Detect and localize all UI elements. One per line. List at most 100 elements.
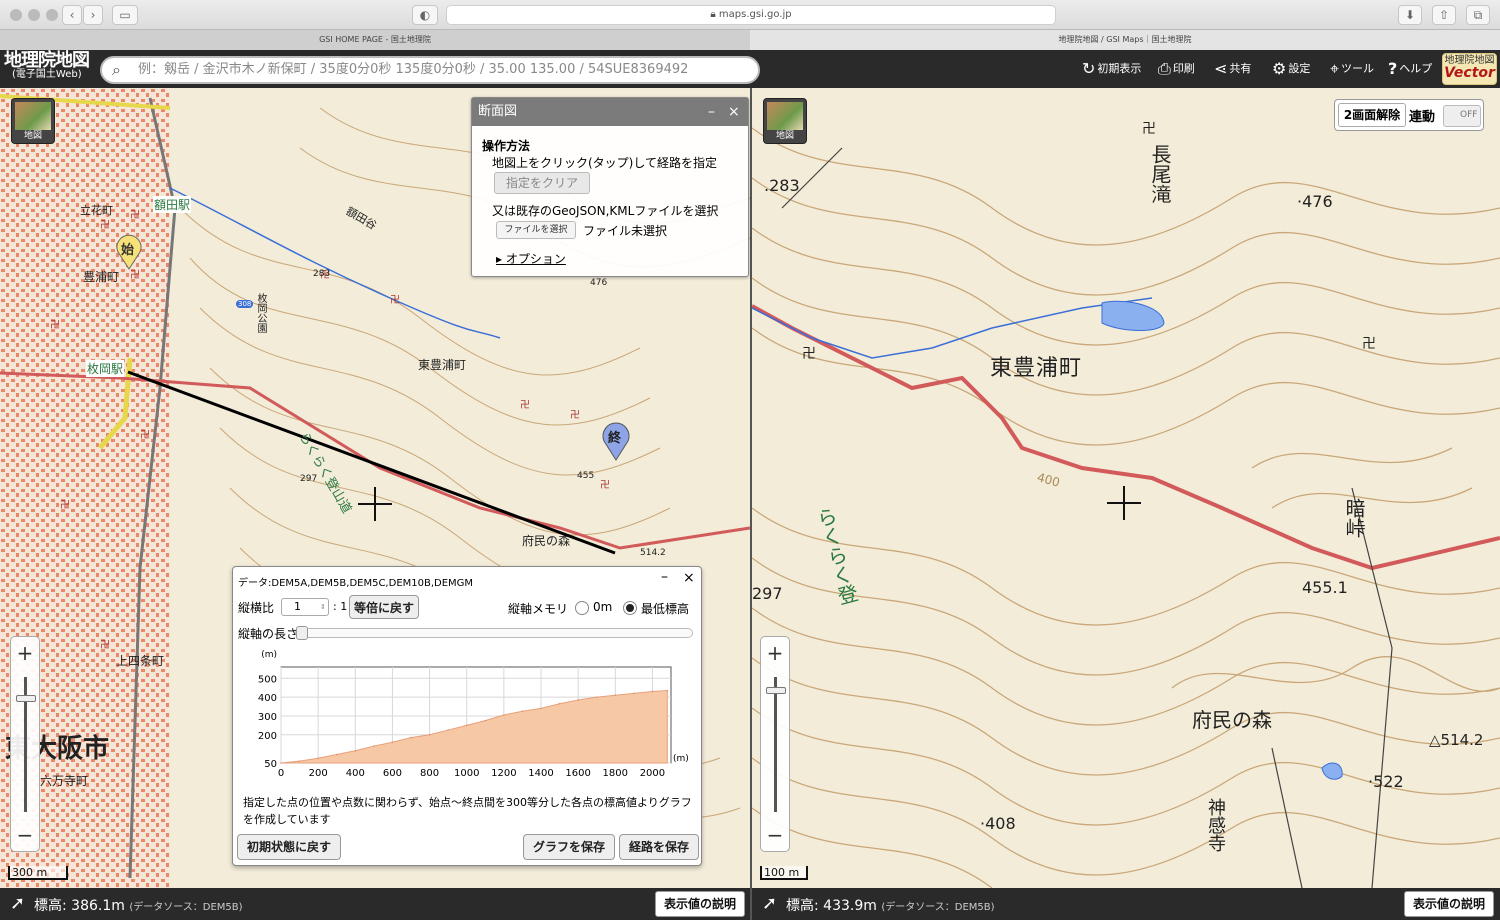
split-view-controls: 2画面解除 連動 OFF	[1334, 99, 1484, 131]
app-logo[interactable]: 地理院地図 (電子国土Web)	[4, 52, 90, 80]
axis-memory-label: 縦軸メモリ	[508, 602, 569, 616]
address-bar[interactable]: 🔒︎ maps.gsi.go.jp	[446, 5, 1056, 25]
share-nodes-icon: ⋖	[1214, 59, 1228, 78]
logo-subtitle: (電子国土Web)	[12, 69, 82, 80]
tab-gsi-home[interactable]: GSI HOME PAGE - 国土地理院	[0, 30, 750, 50]
right-map[interactable]: 卍卍卍 東豊浦町 長尾滝 暗峠 府民の森 神感寺 .283 ·476 297 4…	[752, 88, 1500, 888]
tabs-icon[interactable]: ⧉	[1466, 5, 1490, 25]
share-icon[interactable]: ⇧	[1432, 5, 1456, 25]
share-button[interactable]: ⋖ 共有	[1214, 60, 1251, 78]
minimize-icon[interactable]: –	[661, 569, 668, 585]
elevation-point	[595, 696, 598, 698]
close-icon[interactable]: ×	[683, 570, 695, 586]
ratio-suffix: : 1	[333, 600, 348, 613]
arrow-icon: ➚	[10, 893, 26, 914]
vector-map-button[interactable]: 地理院地図 Vector	[1442, 53, 1497, 85]
options-toggle[interactable]: ▸ オプション	[496, 250, 566, 267]
ratio-input[interactable]: 1 ⇕	[281, 598, 329, 616]
window-zoom-button[interactable]	[46, 9, 58, 21]
elevation-point	[558, 702, 561, 705]
radio-min-elevation[interactable]	[623, 601, 637, 615]
elevation-point	[280, 762, 282, 764]
tool-label: ツール	[1341, 62, 1375, 75]
clear-route-button[interactable]: 指定をクリア	[494, 172, 590, 194]
settings-button[interactable]: ⚙ 設定	[1272, 60, 1310, 78]
axis-length-slider[interactable]	[295, 626, 693, 640]
sidebar-icon[interactable]: ▭	[112, 5, 138, 25]
print-button[interactable]: ⎙ 印刷	[1158, 60, 1195, 78]
back-button[interactable]: ‹	[62, 5, 82, 25]
radio-zero[interactable]	[575, 601, 589, 615]
svg-text:卍: 卍	[600, 479, 610, 491]
zoom-slider-handle[interactable]	[766, 687, 786, 694]
close-icon[interactable]: ×	[728, 98, 740, 126]
minimize-icon[interactable]: –	[708, 98, 715, 126]
label-higashi-toyoura: 東豊浦町	[418, 358, 467, 372]
height-297: 297	[300, 474, 318, 484]
map-thumbnail-icon	[767, 102, 803, 130]
search-icon: ⌕	[112, 60, 121, 79]
zoom-out-button[interactable]: −	[761, 823, 789, 847]
sync-toggle[interactable]: OFF	[1443, 105, 1481, 127]
reset-ratio-button[interactable]: 等倍に戻す	[349, 595, 419, 619]
elevation-point	[521, 710, 524, 713]
svg-text:卍: 卍	[570, 409, 580, 421]
save-route-button[interactable]: 経路を保存	[619, 834, 699, 860]
save-graph-button[interactable]: グラフを保存	[523, 834, 615, 860]
reset-panel-button[interactable]: 初期状態に戻す	[237, 834, 341, 860]
forward-button[interactable]: ›	[83, 5, 103, 25]
reset-view-button[interactable]: ↻ 初期表示	[1082, 60, 1141, 78]
unsplit-button[interactable]: 2画面解除	[1338, 103, 1406, 127]
elevation-point	[391, 741, 394, 744]
y-tick-label: 400	[258, 693, 277, 704]
window-minimize-button[interactable]	[28, 9, 40, 21]
elevation-bar-right: ➚ 標高: 433.9m (データソース：DEM5B) 表示値の説明	[752, 888, 1500, 920]
layer-button-left[interactable]: 地図	[11, 98, 55, 144]
zoom-slider-track[interactable]	[774, 677, 777, 812]
gear-icon: ⚙	[1272, 59, 1287, 78]
tool-button[interactable]: ⌖ ツール	[1330, 60, 1374, 78]
label-tateishi: 立花町	[80, 204, 113, 217]
search-input[interactable]: ⌕ 例：剱岳 / 金沢市木ノ新保町 / 35度0分0秒 135度0分0秒 / 3…	[100, 56, 760, 84]
tab-gsi-maps[interactable]: 地理院地図 / GSI Maps｜国土地理院	[750, 30, 1500, 50]
cross-section-header: 断面図 – ×	[472, 98, 748, 126]
reset-view-label: 初期表示	[1097, 62, 1142, 75]
svg-text:卍: 卍	[100, 639, 110, 651]
end-marker[interactable]: 終	[600, 421, 632, 461]
question-icon: ?	[1388, 59, 1398, 78]
x-tick-label: 1400	[528, 768, 553, 779]
end-marker-label: 終	[608, 431, 622, 446]
svg-text:卍: 卍	[50, 319, 60, 331]
downloads-icon[interactable]: ⬇	[1398, 5, 1422, 25]
window-close-button[interactable]	[10, 9, 22, 21]
zoom-slider-handle[interactable]	[16, 695, 36, 702]
axis-length-handle[interactable]	[296, 626, 308, 640]
explain-button-left[interactable]: 表示値の説明	[655, 891, 746, 917]
map-thumbnail-icon	[15, 102, 51, 130]
x-tick-label: 2000	[640, 768, 665, 779]
svg-text:卍: 卍	[130, 269, 140, 281]
elevation-point	[447, 729, 449, 731]
elevation-point	[373, 745, 375, 747]
explain-button-right[interactable]: 表示値の説明	[1404, 891, 1495, 917]
zoom-out-button[interactable]: −	[11, 823, 39, 847]
choose-file-button[interactable]: ファイルを選択	[496, 221, 576, 239]
elevation-point	[614, 694, 617, 697]
y-tick-label: 50	[264, 759, 277, 770]
label-hiraoka-park: 枚岡公園	[255, 293, 266, 333]
scale-bar-right: 100 m	[760, 866, 808, 880]
privacy-icon[interactable]: ◐	[412, 5, 438, 25]
elevation-point	[633, 692, 635, 695]
zoom-in-button[interactable]: +	[761, 641, 789, 665]
browser-toolbar: ‹ › ▭ ◐ 🔒︎ maps.gsi.go.jp ⬇ ⇧ ⧉	[0, 0, 1500, 30]
help-button[interactable]: ? ヘルプ	[1388, 60, 1432, 78]
x-tick-label: 1600	[565, 768, 590, 779]
layer-button-right[interactable]: 地図	[763, 98, 807, 144]
ratio-label: 縦横比	[238, 601, 275, 615]
svg-text:卍: 卍	[1142, 121, 1156, 137]
y-tick-label: 200	[258, 731, 277, 742]
svg-text:卍: 卍	[130, 209, 140, 221]
start-marker[interactable]: 始	[114, 234, 144, 270]
zoom-in-button[interactable]: +	[11, 641, 39, 665]
label-toyoura: 豊浦町	[83, 270, 120, 284]
